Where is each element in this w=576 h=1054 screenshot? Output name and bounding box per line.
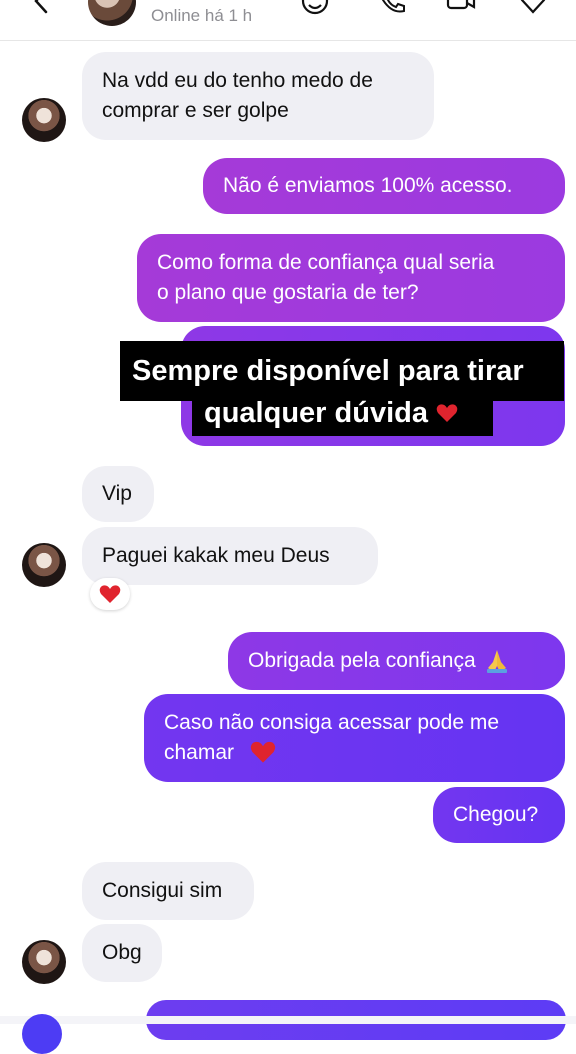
message-bubble-incoming[interactable]: Na vdd eu do tenho medo de comprar e ser… (82, 52, 434, 140)
back-chevron-icon[interactable] (26, 0, 56, 16)
message-bubble-outgoing[interactable]: Obrigada pela confiança (228, 632, 565, 690)
message-bubble-incoming[interactable]: Paguei kakak meu Deus (82, 527, 378, 585)
message-reaction[interactable] (90, 578, 130, 610)
overlay-text: qualquer dúvida (204, 397, 428, 429)
message-text: Não é enviamos 100% acesso. (223, 174, 513, 197)
message-text: Caso não consiga acessar pode me chamar (164, 711, 500, 764)
message-text: Paguei kakak meu Deus (102, 544, 330, 567)
message-text: Vip (102, 482, 132, 505)
message-bubble-outgoing[interactable]: Não é enviamos 100% acesso. (203, 158, 565, 214)
message-bubble-incoming[interactable]: Obg (82, 924, 162, 982)
message-bubble-incoming[interactable]: Consigui sim (82, 862, 254, 920)
camera-button[interactable] (22, 1014, 62, 1054)
video-icon[interactable] (446, 0, 476, 16)
message-text: Como forma de confiança qual seria o pla… (157, 251, 495, 304)
message-bubble-outgoing[interactable]: Caso não consiga acessar pode me chamar (144, 694, 565, 782)
heart-outline-icon[interactable] (518, 0, 548, 16)
message-text: Obrigada pela confiança (248, 649, 476, 672)
sticker-icon[interactable] (300, 0, 330, 16)
phone-icon[interactable] (377, 0, 407, 16)
contact-avatar[interactable] (88, 0, 136, 26)
message-text: Chegou? (453, 803, 539, 826)
contact-avatar[interactable] (22, 98, 66, 142)
message-text: Obg (102, 941, 142, 964)
praying-hands-emoji-icon (486, 650, 507, 673)
heart-emoji-icon (436, 404, 458, 422)
message-text: Consigui sim (102, 879, 223, 902)
overlay-caption-line2: qualquer dúvida (192, 390, 493, 436)
chat-header: Online há 1 h (0, 0, 576, 41)
message-bubble-outgoing[interactable]: Chegou? (433, 787, 565, 843)
message-bubble-incoming[interactable]: Vip (82, 466, 154, 522)
contact-avatar[interactable] (22, 940, 66, 984)
message-text: Na vdd eu do tenho medo de comprar e ser… (102, 69, 373, 122)
message-bubble-outgoing[interactable]: Como forma de confiança qual seria o pla… (137, 234, 565, 322)
contact-avatar[interactable] (22, 543, 66, 587)
composer-bar (0, 1016, 576, 1024)
online-status: Online há 1 h (151, 6, 253, 25)
heart-emoji-icon (250, 741, 276, 763)
overlay-text: Sempre disponível para tirar (132, 355, 524, 387)
heart-reaction-icon (99, 585, 121, 603)
